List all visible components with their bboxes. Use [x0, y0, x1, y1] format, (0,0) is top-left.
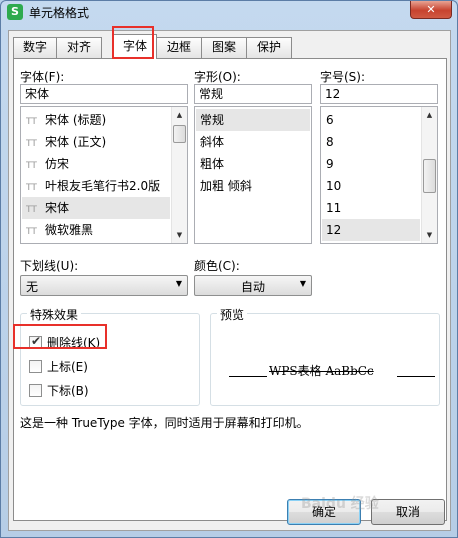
chevron-down-icon: ▼ [175, 279, 182, 288]
list-item[interactable]: TT 宋体 (正文) [22, 131, 170, 153]
truetype-icon: TT [26, 205, 37, 215]
cancel-button[interactable]: 取消 [371, 499, 445, 525]
tab-number[interactable]: 数字 [13, 37, 57, 58]
list-item-selected[interactable]: 12 [322, 219, 420, 241]
font-tab-panel: 字体(F): 宋体 TT 宋体 (标题) TT 宋体 (正文) TT 仿宋 TT 叶根友… [13, 58, 447, 521]
font-name-input[interactable]: 宋体 [20, 84, 188, 104]
scroll-down-icon[interactable]: ▼ [422, 227, 437, 243]
truetype-icon: TT [26, 139, 37, 149]
font-listbox[interactable]: TT 宋体 (标题) TT 宋体 (正文) TT 仿宋 TT 叶根友毛笔行书2.0版 T… [20, 106, 188, 244]
style-label: 字形(O): [194, 70, 241, 84]
font-list-scrollbar[interactable]: ▲ ▼ [171, 107, 187, 243]
font-label: 字体(F): [20, 70, 65, 84]
effects-group: 特殊效果 ✔ 删除线(K) 上标(E) 下标(B) [20, 306, 200, 406]
list-item[interactable]: TT 微软雅黑 [22, 219, 170, 241]
preview-group: 预览 WPS表格 AaBbCc [210, 306, 440, 406]
preview-baseline-left [229, 376, 267, 377]
underline-select[interactable]: 无 ▼ [20, 275, 188, 296]
truetype-icon: TT [26, 117, 37, 127]
list-item[interactable]: 8 [322, 131, 420, 153]
truetype-icon: TT [26, 183, 37, 193]
scroll-up-icon[interactable]: ▲ [172, 107, 187, 123]
size-label: 字号(S): [320, 70, 366, 84]
dialog-client: 数字 对齐 字体 边框 图案 保护 字体(F): 宋体 TT 宋体 (标题) TT… [8, 26, 451, 531]
list-item[interactable]: 6 [322, 109, 420, 131]
tab-font[interactable]: 字体 [113, 34, 157, 59]
color-label: 颜色(C): [194, 259, 240, 273]
strikethrough-checkbox[interactable]: ✔ [29, 334, 42, 349]
font-style-listbox[interactable]: 常规 斜体 粗体 加粗 倾斜 [194, 106, 312, 244]
watermark: Baidu 经验 [301, 496, 379, 512]
truetype-icon: TT [26, 227, 37, 237]
font-info-text: 这是一种 TrueType 字体，同时适用于屏幕和打印机。 [20, 416, 309, 430]
subscript-checkbox[interactable] [29, 384, 42, 397]
truetype-icon: TT [26, 161, 37, 171]
title-bar[interactable]: S 单元格格式 ✕ [1, 1, 457, 23]
list-item[interactable]: 11 [322, 197, 420, 219]
close-button[interactable]: ✕ [410, 1, 452, 19]
underline-label: 下划线(U): [20, 259, 79, 273]
list-item-selected[interactable]: TT 宋体 [22, 197, 170, 219]
list-item[interactable]: 9 [322, 153, 420, 175]
chevron-down-icon: ▼ [299, 279, 306, 288]
scroll-down-icon[interactable]: ▼ [172, 227, 187, 243]
list-item[interactable]: 10 [322, 175, 420, 197]
list-item[interactable]: 粗体 [196, 153, 310, 175]
font-size-input[interactable]: 12 [320, 84, 438, 104]
subscript-label: 下标(B) [47, 384, 89, 398]
list-item[interactable]: TT 宋体 (标题) [22, 109, 170, 131]
list-item[interactable]: 加粗 倾斜 [196, 175, 310, 197]
color-select[interactable]: 自动 ▼ [194, 275, 312, 296]
list-item[interactable]: TT 仿宋 [22, 153, 170, 175]
scroll-thumb[interactable] [423, 159, 436, 193]
list-item[interactable]: TT 叶根友毛笔行书2.0版 [22, 175, 170, 197]
scroll-up-icon[interactable]: ▲ [422, 107, 437, 123]
scroll-thumb[interactable] [173, 125, 186, 143]
size-list-scrollbar[interactable]: ▲ ▼ [421, 107, 437, 243]
list-item-selected[interactable]: 常规 [196, 109, 310, 131]
dialog-window: S 单元格格式 ✕ 数字 对齐 字体 边框 图案 保护 字体(F): 宋体 TT… [0, 0, 458, 538]
strikethrough-label: 删除线(K) [47, 336, 101, 350]
preview-baseline-right [397, 376, 435, 377]
tab-pattern[interactable]: 图案 [201, 37, 247, 58]
font-style-input[interactable]: 常规 [194, 84, 312, 104]
wps-app-icon: S [7, 4, 23, 20]
window-title: 单元格格式 [29, 6, 90, 20]
preview-title: 预览 [217, 306, 248, 323]
tab-protection[interactable]: 保护 [246, 37, 292, 58]
list-item[interactable]: 斜体 [196, 131, 310, 153]
superscript-checkbox[interactable] [29, 360, 42, 373]
effects-title: 特殊效果 [27, 306, 82, 323]
font-size-listbox[interactable]: 6 8 9 10 11 12 ▲ ▼ [320, 106, 438, 244]
tab-border[interactable]: 边框 [156, 37, 202, 58]
superscript-label: 上标(E) [47, 360, 88, 374]
check-icon: ✔ [31, 334, 42, 348]
preview-sample-text: WPS表格 AaBbCc [269, 364, 374, 378]
tab-alignment[interactable]: 对齐 [56, 37, 102, 58]
